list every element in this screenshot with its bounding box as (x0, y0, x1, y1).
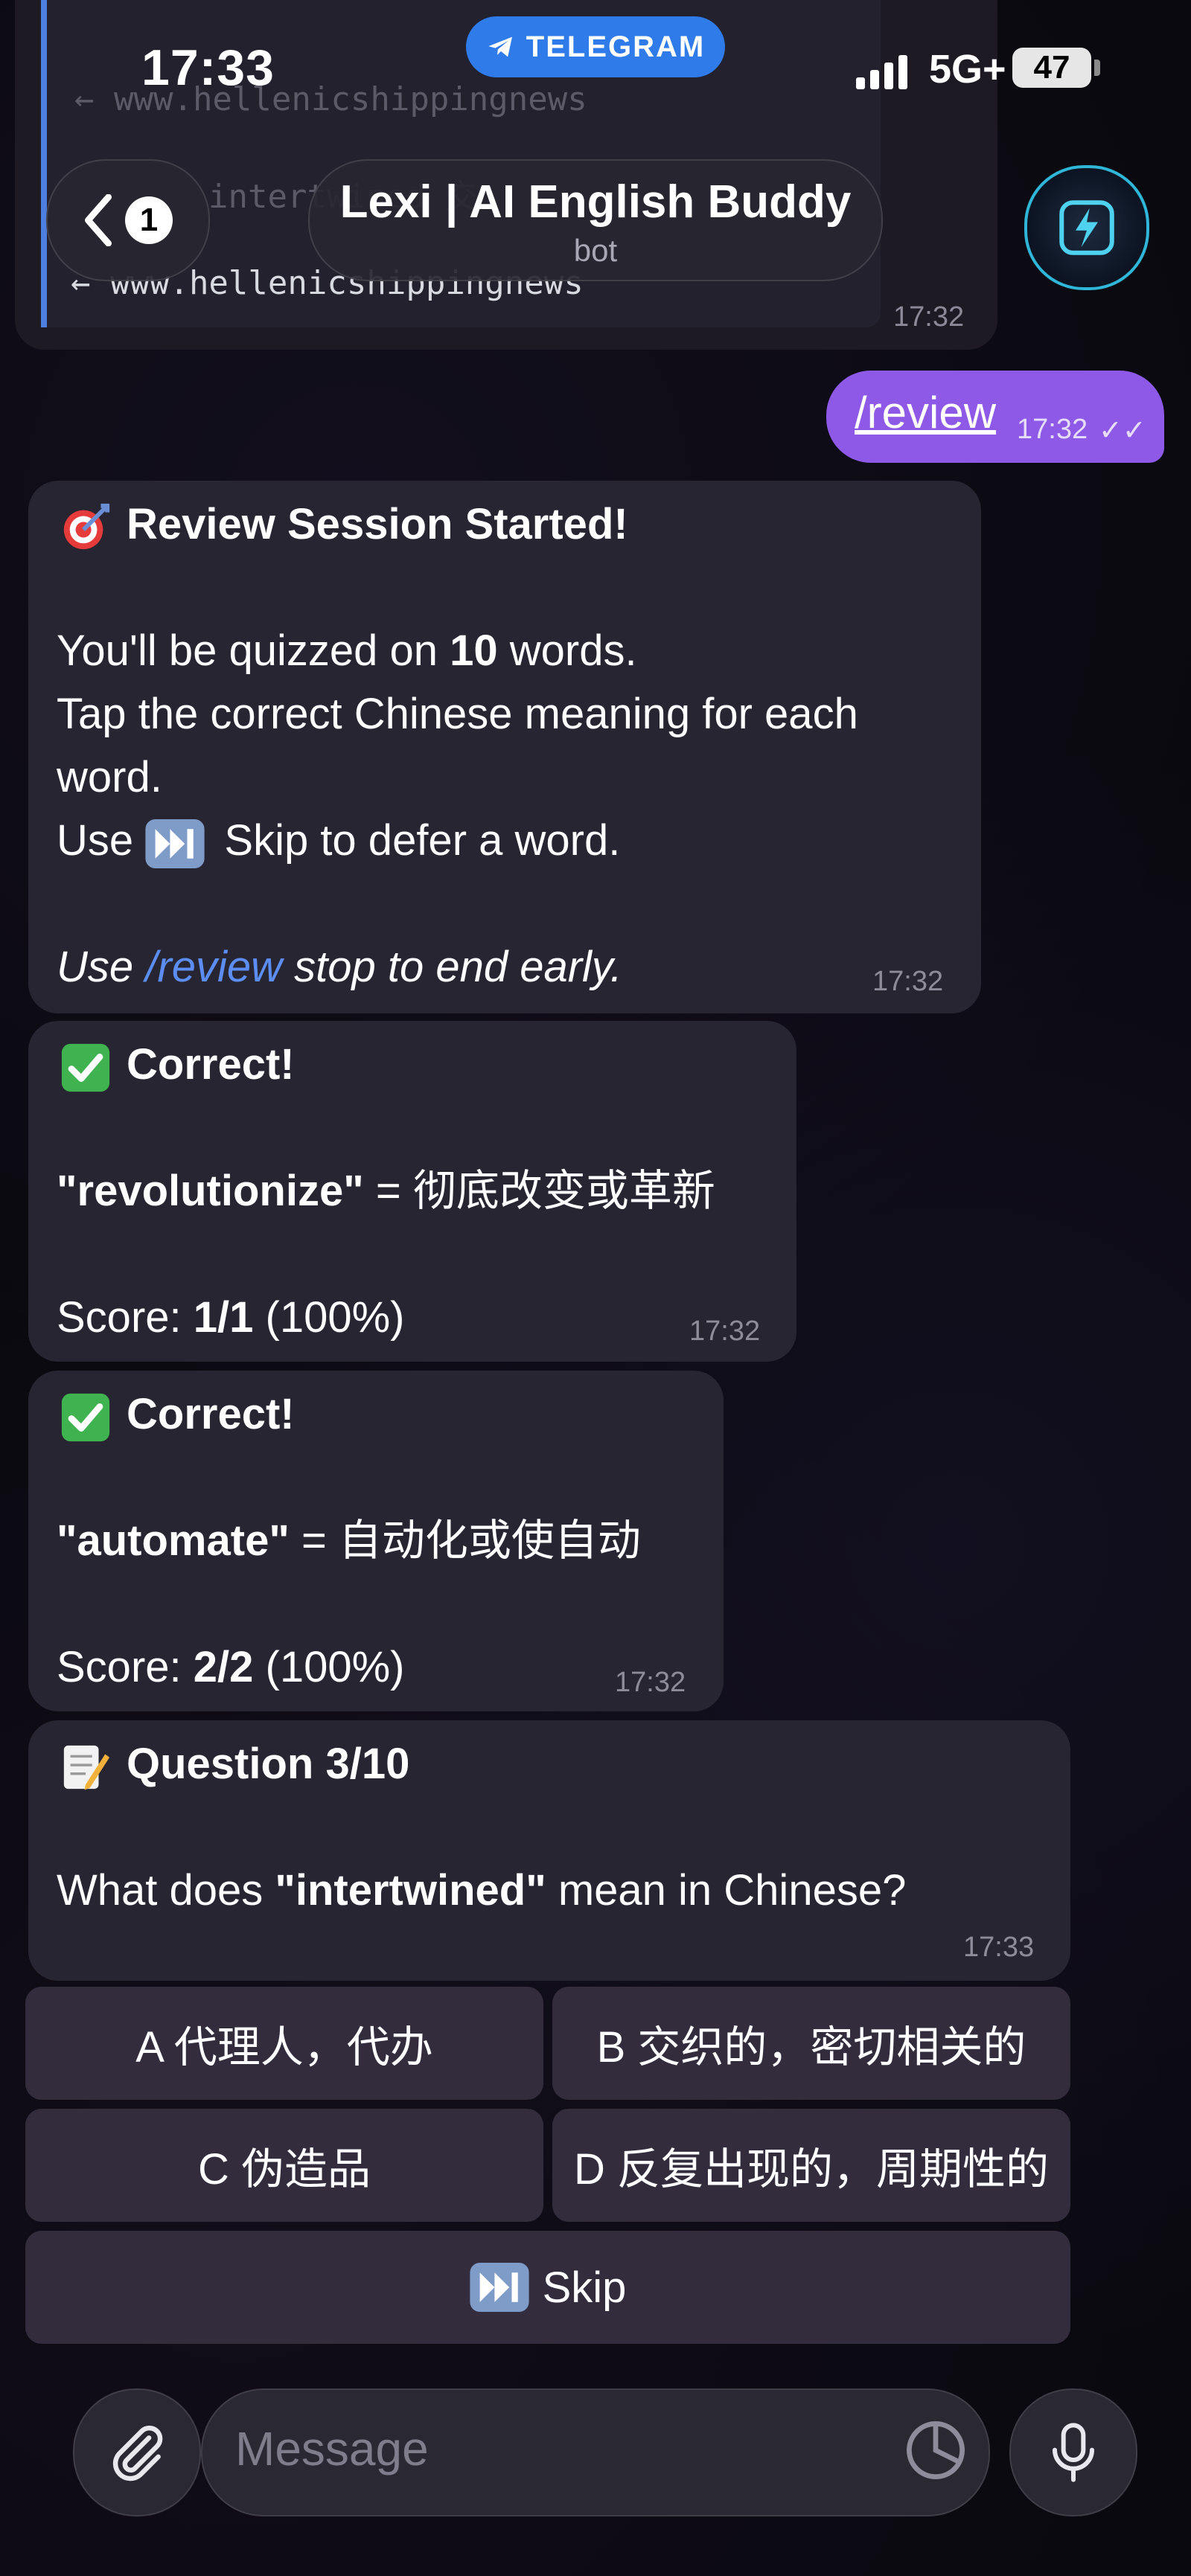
text-span: (100%) (253, 1293, 405, 1342)
chevron-left-icon (85, 194, 112, 246)
memo-pencil-icon (63, 1745, 110, 1790)
quiz-meaning: = 自动化或使自动 (289, 1516, 641, 1565)
text-span: mean in Chinese? (546, 1866, 907, 1915)
question-title-row: Question 3/10 (57, 1732, 409, 1795)
review-started-line3: word. (57, 753, 162, 801)
quiz-word: "automate" (57, 1516, 290, 1565)
skip-forward-icon (145, 818, 205, 868)
question-word: "intertwined" (275, 1866, 546, 1915)
attach-button[interactable] (73, 2388, 201, 2516)
skip-button[interactable]: Skip (25, 2231, 1070, 2344)
microphone-icon (1053, 2423, 1094, 2482)
text-span: Use (57, 943, 146, 991)
review-started-line5: Use /review stop to end early. (57, 935, 622, 999)
score-value: 1/1 (193, 1293, 254, 1342)
battery-icon: 47 (1012, 48, 1091, 88)
answer-button-b[interactable]: B 交织的，密切相关的 (552, 1987, 1070, 2100)
lightning-logo-icon (1059, 200, 1114, 255)
skip-label: Skip (542, 2263, 627, 2312)
telegram-plane-icon (488, 36, 512, 57)
correct-word-line: "revolutionize" = 彻底改变或革新 (57, 1159, 715, 1223)
back-button[interactable]: 1 (46, 159, 210, 281)
signal-icon (856, 52, 907, 89)
review-started-title: Review Session Started! (127, 500, 628, 548)
text-span: Score: (57, 1643, 194, 1691)
paperclip-icon (112, 2425, 163, 2482)
quiz-meaning: = 彻底改变或革新 (363, 1167, 715, 1215)
review-started-title-row: Review Session Started! (57, 493, 628, 556)
bot-avatar[interactable] (1024, 165, 1149, 290)
review-command-link[interactable]: /review (145, 943, 282, 991)
text-span: Score: (57, 1293, 194, 1342)
text-span: You'll be quizzed on (57, 627, 450, 675)
word-count: 10 (450, 627, 498, 675)
battery-cap (1094, 60, 1100, 76)
score-line: Score: 2/2 (100%) (57, 1635, 404, 1699)
telegram-label: TELEGRAM (526, 30, 706, 63)
text-span: What does (57, 1866, 275, 1915)
message-input-placeholder: Message (235, 2422, 429, 2476)
previous-message-time: 17:32 (893, 301, 965, 333)
correct-title-row: Correct! (57, 1033, 295, 1096)
message-time: 17:32 (872, 966, 944, 997)
skip-forward-icon (469, 2263, 529, 2312)
chat-subtitle: bot (573, 233, 618, 268)
message-time: 17:32 (689, 1316, 761, 1347)
quiz-word: "revolutionize" (57, 1167, 364, 1215)
outgoing-review-command[interactable]: /review (855, 387, 996, 438)
review-started-line2: Tap the correct Chinese meaning for each (57, 690, 858, 738)
answer-button-d[interactable]: D 反复出现的，周期性的 (552, 2109, 1070, 2222)
message-review-started (28, 481, 981, 1013)
correct-title: Correct! (127, 1040, 295, 1089)
answer-button-c[interactable]: C 伪造品 (25, 2109, 543, 2222)
status-time: 17:33 (141, 39, 275, 96)
message-time: 17:33 (963, 1932, 1035, 1963)
text-span: stop to end early. (281, 943, 622, 991)
chat-title: Lexi | AI English Buddy (339, 176, 852, 228)
score-value: 2/2 (193, 1643, 254, 1691)
question-text: What does "intertwined" mean in Chinese? (57, 1859, 906, 1922)
unread-badge: 1 (125, 196, 173, 244)
telegram-pill: TELEGRAM (466, 16, 725, 77)
score-line: Score: 1/1 (100%) (57, 1286, 404, 1349)
answer-button-a[interactable]: A 代理人，代办 (25, 1987, 543, 2100)
review-started-line1: You'll be quizzed on 10 words. (57, 619, 637, 682)
review-started-line4: Use Skip to defer a word. (57, 809, 620, 872)
check-mark-icon (61, 1393, 110, 1441)
target-dart-icon (63, 503, 110, 549)
sticker-icon[interactable] (902, 2417, 969, 2484)
microphone-button[interactable] (1009, 2388, 1137, 2516)
outgoing-message-time: 17:32 (1017, 414, 1088, 445)
message-time: 17:32 (615, 1667, 686, 1698)
chat-title-pill[interactable]: Lexi | AI English Buddy bot (308, 159, 883, 281)
network-type: 5G+ (929, 47, 1006, 92)
text-span: (100%) (253, 1643, 405, 1691)
check-mark-icon (61, 1043, 110, 1092)
double-check-icon: ✓✓ (1099, 415, 1146, 446)
correct-title: Correct! (127, 1390, 295, 1438)
question-title: Question 3/10 (127, 1740, 410, 1788)
correct-title-row: Correct! (57, 1382, 295, 1446)
text-span: words. (497, 627, 637, 675)
correct-word-line: "automate" = 自动化或使自动 (57, 1509, 641, 1572)
text-span: Skip to defer a word. (212, 816, 621, 865)
text-span: Use (57, 816, 146, 865)
